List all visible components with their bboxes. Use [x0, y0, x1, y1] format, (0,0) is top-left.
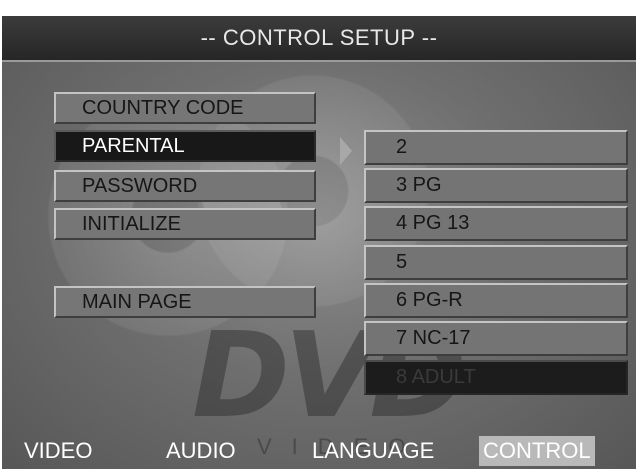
tab-audio[interactable]: AUDIO	[162, 436, 240, 466]
parental-level-option[interactable]: 7 NC-17	[364, 321, 628, 356]
screen: DVD VIDEO -- CONTROL SETUP -- COUNTRY CO…	[0, 0, 638, 469]
right-triangle-icon	[340, 137, 352, 165]
parental-level-option[interactable]: 6 PG-R	[364, 283, 628, 318]
menu-password-button[interactable]: PASSWORD	[54, 170, 316, 202]
page-title: -- CONTROL SETUP --	[200, 25, 438, 50]
parental-level-option[interactable]: 4 PG 13	[364, 206, 628, 241]
parental-level-option[interactable]: 2	[364, 130, 628, 165]
menu-initialize-button[interactable]: INITIALIZE	[54, 208, 316, 240]
tab-video[interactable]: VIDEO	[20, 436, 96, 466]
title-bar: -- CONTROL SETUP --	[2, 16, 636, 62]
parental-level-option-selected[interactable]: 8 ADULT	[364, 360, 628, 395]
menu-main-page-button[interactable]: MAIN PAGE	[54, 286, 316, 318]
tab-control[interactable]: CONTROL	[479, 436, 595, 466]
control-setup-panel: DVD VIDEO -- CONTROL SETUP -- COUNTRY CO…	[2, 16, 636, 469]
menu-parental-button[interactable]: PARENTAL	[54, 130, 316, 162]
tab-language[interactable]: LANGUAGE	[308, 436, 438, 466]
parental-level-option[interactable]: 3 PG	[364, 168, 628, 203]
parental-level-option[interactable]: 5	[364, 245, 628, 280]
bottom-tab-bar: VIDEO AUDIO LANGUAGE CONTROL	[2, 436, 636, 469]
menu-country-code-button[interactable]: COUNTRY CODE	[54, 92, 316, 124]
